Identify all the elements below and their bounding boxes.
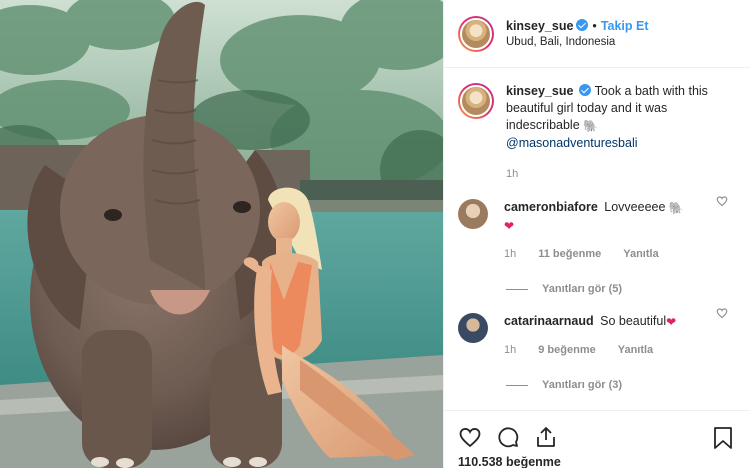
author-username[interactable]: kinsey_sue <box>506 19 573 33</box>
replies-divider <box>506 288 528 290</box>
comment-time[interactable]: 1h <box>504 246 516 263</box>
elephant-emoji-icon: 🐘 <box>668 201 684 215</box>
share-icon[interactable] <box>534 425 558 449</box>
separator-dot: • <box>592 18 597 33</box>
caption-avatar[interactable] <box>458 83 494 119</box>
author-info: kinsey_sue • Takip Et Ubud, Bali, Indonesi… <box>506 18 649 50</box>
view-replies-label[interactable]: Yanıtları gör (3) <box>542 379 622 391</box>
verified-badge-icon <box>576 18 589 31</box>
comment-time[interactable]: 1h <box>504 342 516 359</box>
caption-meta: 1h <box>506 166 731 183</box>
reply-button[interactable]: Yanıtla <box>623 246 658 263</box>
caption-time[interactable]: 1h <box>506 166 518 183</box>
comment-body: catarinaarnaud So beautiful❤ 1h 9 beğenm… <box>504 313 714 359</box>
likes-count: 110.538 <box>458 455 503 468</box>
caption-item: kinsey_sue Took a bath with this beautif… <box>444 69 750 183</box>
follow-button[interactable]: Takip Et <box>601 19 649 33</box>
heart-emoji-icon: ❤ <box>666 315 677 329</box>
instagram-post: kinsey_sue • Takip Et Ubud, Bali, Indonesi… <box>0 0 750 468</box>
caption-username[interactable]: kinsey_sue <box>506 84 573 98</box>
comment-item: cameronbiafore Lovveeeee 🐘 ❤ 1h 11 beğen… <box>444 183 750 263</box>
post-photo[interactable] <box>0 0 443 468</box>
commenter-avatar[interactable] <box>458 199 488 229</box>
post-likes[interactable]: 110.538 beğenme <box>458 455 736 468</box>
comment-like-heart-icon[interactable] <box>716 195 728 207</box>
reply-button[interactable]: Yanıtla <box>618 342 653 359</box>
comment-text: Lovveeeee <box>604 200 666 214</box>
action-icons <box>458 425 736 449</box>
comment-body: cameronbiafore Lovveeeee 🐘 ❤ 1h 11 beğen… <box>504 199 714 263</box>
commenter-avatar[interactable] <box>458 313 488 343</box>
comment-username[interactable]: catarinaarnaud <box>504 314 594 328</box>
view-replies-label[interactable]: Yanıtları gör (5) <box>542 283 622 295</box>
replies-divider <box>506 384 528 386</box>
post-actions: 110.538 beğenme <box>444 410 750 468</box>
heart-emoji-icon: ❤ <box>504 219 515 233</box>
post-location[interactable]: Ubud, Bali, Indonesia <box>506 34 649 50</box>
elephant-emoji-icon: 🐘 <box>583 119 599 133</box>
bookmark-icon[interactable] <box>712 426 734 450</box>
comment-text: So beautiful <box>600 314 667 328</box>
comment-meta: 1h 11 beğenme Yanıtla <box>504 246 714 263</box>
comment-icon[interactable] <box>496 425 520 449</box>
caption-mention-link[interactable]: @masonadventuresbali <box>506 136 638 150</box>
comment-likes-count[interactable]: 9 beğenme <box>538 342 595 359</box>
comment-likes-count[interactable]: 11 beğenme <box>538 246 601 263</box>
author-avatar[interactable] <box>458 15 494 52</box>
post-sidebar: kinsey_sue • Takip Et Ubud, Bali, Indonesi… <box>443 0 750 468</box>
elephant-photo <box>0 0 443 468</box>
verified-badge-icon <box>579 84 592 96</box>
likes-label: beğenme <box>505 455 561 468</box>
comments-list[interactable]: kinsey_sue Took a bath with this beautif… <box>444 69 750 410</box>
heart-icon[interactable] <box>458 425 482 449</box>
comment-meta: 1h 9 beğenme Yanıtla <box>504 342 714 359</box>
view-replies-button[interactable]: Yanıtları gör (5) <box>506 283 750 295</box>
view-replies-button[interactable]: Yanıtları gör (3) <box>506 379 750 391</box>
comment-username[interactable]: cameronbiafore <box>504 200 598 214</box>
comment-item: catarinaarnaud So beautiful❤ 1h 9 beğenm… <box>444 295 750 359</box>
post-header: kinsey_sue • Takip Et Ubud, Bali, Indonesi… <box>444 0 750 68</box>
caption-body: kinsey_sue Took a bath with this beautif… <box>506 83 731 183</box>
comment-like-heart-icon[interactable] <box>716 307 728 319</box>
